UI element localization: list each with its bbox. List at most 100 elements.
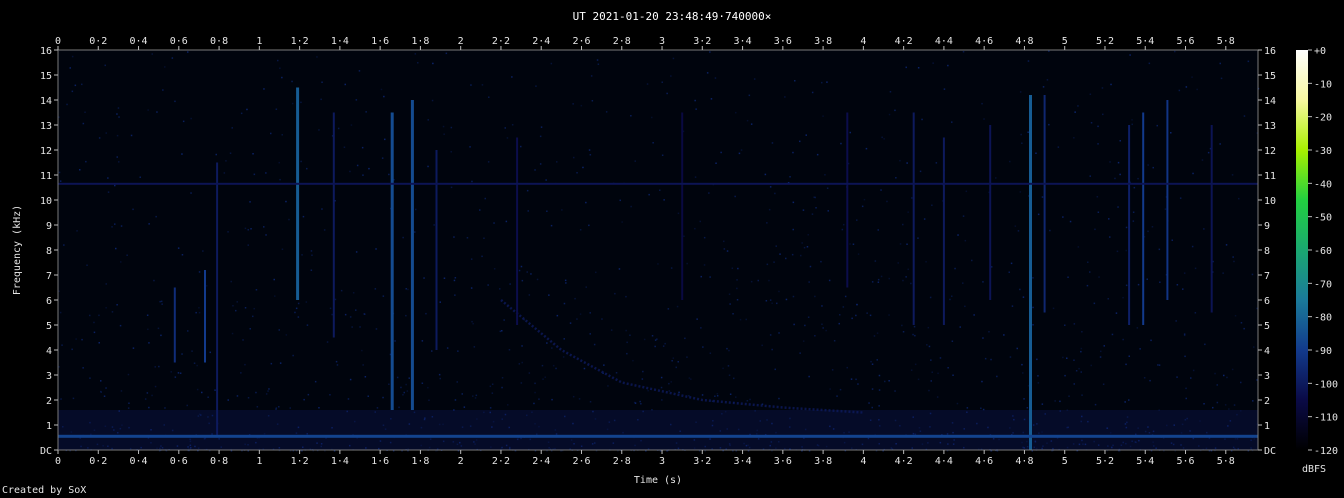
- y-tick-label-left: DC: [40, 446, 52, 457]
- noise-speckle: [344, 313, 347, 316]
- noise-speckle: [151, 53, 153, 55]
- noise-speckle: [990, 358, 992, 361]
- noise-speckle: [1009, 160, 1011, 163]
- noise-speckle: [550, 224, 553, 227]
- noise-speckle: [453, 236, 455, 238]
- noise-speckle: [120, 261, 122, 263]
- noise-speckle: [1108, 218, 1110, 220]
- noise-speckle: [634, 160, 636, 162]
- noise-speckle: [579, 313, 582, 315]
- noise-speckle: [851, 317, 853, 320]
- noise-speckle: [540, 126, 543, 128]
- y-tick-label-left: 6: [46, 296, 52, 307]
- noise-speckle: [484, 197, 486, 200]
- noise-speckle: [511, 76, 513, 78]
- noise-speckle: [1109, 161, 1111, 163]
- x-tick-label-top: 1·8: [411, 36, 429, 47]
- noise-speckle: [1214, 372, 1216, 375]
- noise-speckle: [275, 408, 277, 410]
- noise-speckle: [757, 279, 759, 282]
- noise-speckle: [504, 127, 506, 129]
- noise-speckle: [253, 173, 256, 176]
- noise-speckle: [632, 359, 634, 362]
- noise-speckle: [820, 260, 822, 263]
- noise-speckle: [405, 288, 407, 290]
- noise-speckle: [778, 332, 780, 334]
- noise-speckle: [408, 377, 410, 379]
- noise-speckle: [164, 407, 166, 409]
- noise-speckle: [336, 364, 339, 366]
- y-axis-label: Frequency (kHz): [12, 205, 23, 295]
- noise-speckle: [60, 398, 62, 400]
- noise-speckle: [947, 64, 949, 67]
- noise-speckle: [588, 224, 590, 227]
- noise-speckle: [433, 224, 435, 226]
- noise-speckle: [676, 305, 679, 308]
- noise-speckle: [198, 271, 201, 273]
- noise-speckle: [906, 243, 908, 245]
- noise-speckle: [804, 324, 806, 327]
- y-tick-label-left: 4: [46, 346, 52, 357]
- x-tick-label-bottom: 4·4: [935, 456, 953, 467]
- noise-speckle: [1077, 246, 1080, 248]
- noise-speckle: [723, 248, 726, 250]
- x-tick-label-bottom: 0: [55, 456, 61, 467]
- noise-speckle: [499, 330, 502, 333]
- noise-speckle: [615, 372, 618, 374]
- noise-speckle: [425, 312, 427, 315]
- noise-speckle: [728, 293, 731, 295]
- noise-speckle: [400, 386, 402, 389]
- noise-speckle: [720, 151, 722, 154]
- noise-speckle: [1052, 307, 1055, 310]
- noise-speckle: [81, 83, 83, 86]
- noise-speckle: [231, 332, 234, 335]
- noise-speckle: [310, 250, 313, 252]
- noise-speckle: [350, 124, 353, 126]
- noise-speckle: [533, 402, 535, 405]
- noise-speckle: [1027, 131, 1029, 133]
- noise-speckle: [164, 66, 166, 68]
- noise-speckle: [579, 229, 582, 231]
- noise-speckle: [951, 295, 953, 297]
- noise-speckle: [778, 397, 780, 400]
- x-tick-label-bottom: 2·6: [572, 456, 590, 467]
- noise-speckle: [1125, 249, 1127, 252]
- noise-speckle: [104, 64, 106, 67]
- noise-speckle: [905, 276, 907, 278]
- noise-speckle: [773, 261, 775, 263]
- noise-speckle: [902, 279, 904, 282]
- noise-speckle: [771, 348, 773, 351]
- noise-speckle: [716, 393, 719, 395]
- noise-speckle: [572, 395, 575, 398]
- noise-speckle: [1228, 408, 1230, 410]
- noise-speckle: [439, 377, 441, 380]
- y-tick-label-right: 13: [1264, 121, 1276, 132]
- noise-speckle: [244, 227, 247, 230]
- noise-speckle: [1183, 272, 1186, 274]
- noise-speckle: [483, 237, 485, 239]
- noise-speckle: [583, 367, 586, 370]
- noise-speckle: [877, 278, 880, 281]
- noise-speckle: [1111, 333, 1114, 336]
- noise-speckle: [381, 157, 384, 159]
- noise-speckle: [774, 192, 776, 195]
- noise-speckle: [996, 375, 998, 378]
- noise-speckle: [668, 390, 671, 392]
- noise-speckle: [1220, 77, 1223, 80]
- noise-speckle: [471, 180, 473, 183]
- noise-speckle: [663, 199, 665, 201]
- hum-line: [58, 434, 1258, 438]
- noise-speckle: [536, 278, 539, 281]
- noise-speckle: [548, 294, 550, 296]
- noise-speckle: [703, 264, 706, 266]
- noise-speckle: [927, 326, 930, 329]
- noise-speckle: [880, 189, 882, 191]
- noise-speckle: [355, 251, 358, 253]
- noise-speckle: [917, 237, 919, 239]
- noise-speckle: [670, 267, 673, 269]
- noise-speckle: [457, 350, 459, 352]
- noise-speckle: [714, 395, 716, 397]
- noise-speckle: [306, 167, 308, 170]
- x-tick-label-top: 4·6: [975, 36, 993, 47]
- noise-speckle: [291, 102, 294, 105]
